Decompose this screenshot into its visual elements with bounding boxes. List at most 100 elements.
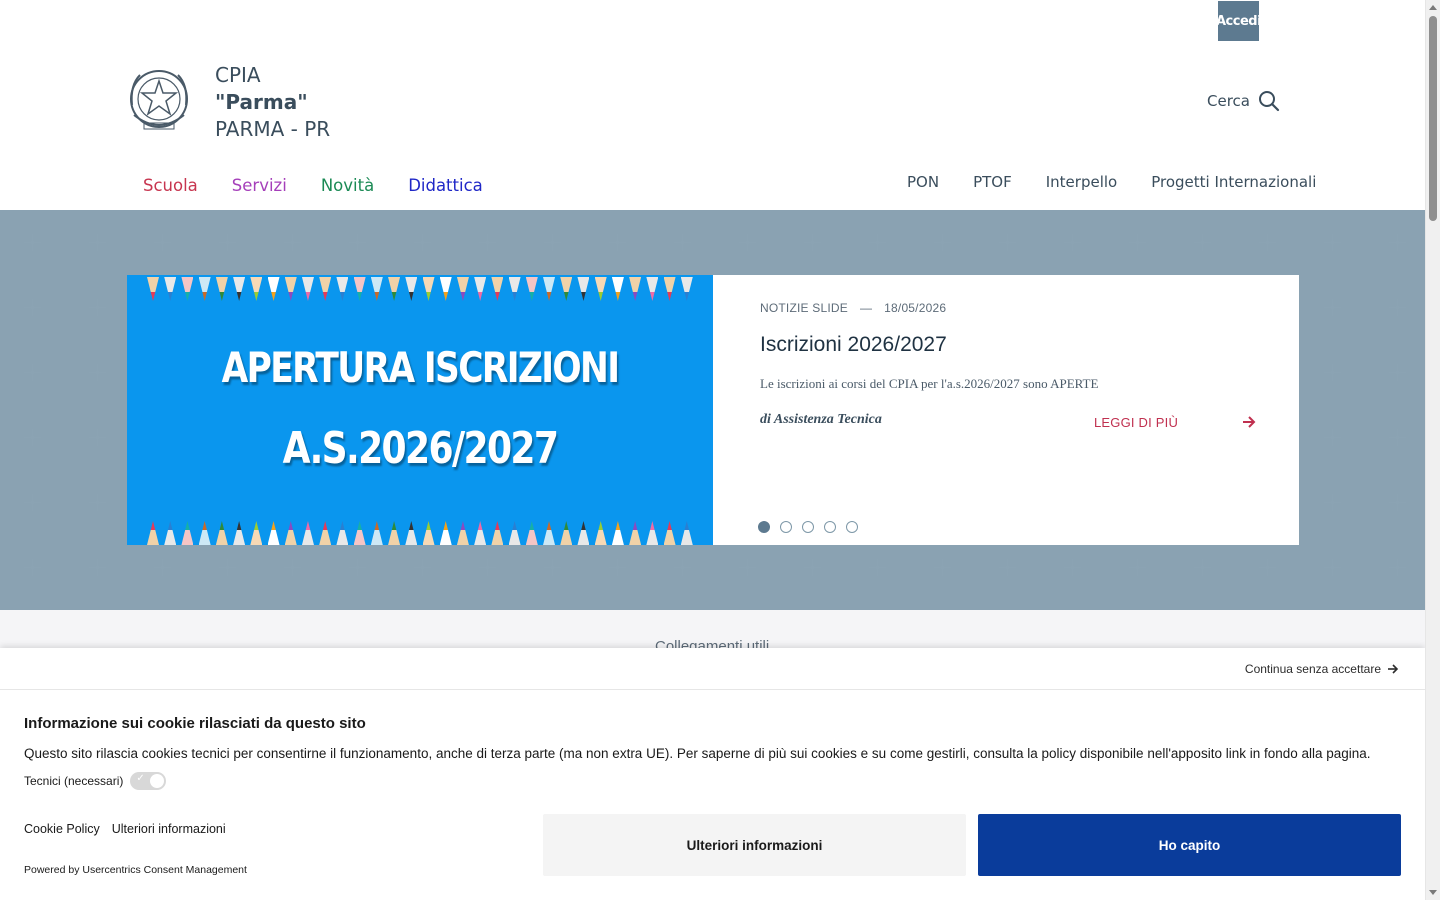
carousel-dot-5[interactable]	[846, 521, 858, 533]
login-button[interactable]: Accedi	[1216, 1, 1262, 41]
pencil-decoration	[388, 521, 401, 545]
pencil-decoration	[491, 277, 504, 301]
nav-item-scuola[interactable]: Scuola	[143, 176, 198, 195]
pencil-decoration	[336, 277, 349, 301]
toggle-knob	[150, 774, 165, 788]
pencil-decoration	[181, 521, 194, 545]
republic-emblem-logo[interactable]	[126, 65, 192, 137]
carousel-dot-3[interactable]	[802, 521, 814, 533]
pencil-decoration	[198, 277, 211, 301]
school-type: CPIA	[215, 63, 261, 87]
pencil-decoration	[370, 521, 383, 545]
pencil-decoration	[543, 277, 556, 301]
slide-image-title-line1: APERTURA ISCRIZIONI	[221, 343, 620, 392]
carousel-dot-4[interactable]	[824, 521, 836, 533]
powered-by-text: Powered by Usercentrics Consent Manageme…	[24, 864, 247, 876]
scroll-down-icon[interactable]	[1429, 890, 1437, 895]
pencil-decoration	[250, 277, 263, 301]
arrow-right-icon[interactable]	[1241, 414, 1257, 430]
cookie-links: Cookie Policy Ulteriori informazioni	[24, 822, 226, 836]
pencils-bottom-decoration	[147, 521, 693, 545]
arrow-right-icon	[1388, 664, 1399, 674]
cookie-text: Questo sito rilascia cookies tecnici per…	[24, 746, 1371, 761]
continue-without-accepting-button[interactable]: Continua senza accettare	[1245, 662, 1399, 676]
main-navigation: Scuola Servizi Novità Didattica	[143, 176, 483, 195]
search-button[interactable]: Cerca	[1207, 90, 1280, 112]
pencil-decoration	[284, 277, 297, 301]
page-scrollbar[interactable]	[1425, 0, 1440, 900]
pencil-decoration	[646, 521, 659, 545]
pencil-decoration	[594, 521, 607, 545]
pencil-decoration	[233, 521, 246, 545]
pencil-decoration	[147, 521, 159, 545]
pencil-decoration	[336, 521, 349, 545]
nav-item-servizi[interactable]: Servizi	[232, 176, 287, 195]
slide-title[interactable]: Iscrizioni 2026/2027	[760, 333, 947, 357]
pencil-decoration	[560, 277, 573, 301]
pencil-decoration	[267, 521, 280, 545]
carousel-dot-1[interactable]	[758, 521, 770, 533]
pencil-decoration	[456, 521, 469, 545]
technical-cookies-toggle[interactable]: ✓	[130, 772, 167, 790]
accept-button[interactable]: Ho capito	[978, 814, 1401, 876]
cookie-policy-link[interactable]: Cookie Policy	[24, 822, 100, 836]
cookie-title: Informazione sui cookie rilasciati da qu…	[24, 715, 366, 732]
read-more-link[interactable]: LEGGI DI PIÙ	[1094, 415, 1178, 430]
nav-item-didattica[interactable]: Didattica	[408, 176, 483, 195]
school-city: PARMA - PR	[215, 117, 331, 141]
pencil-decoration	[474, 521, 487, 545]
nav-item-novita[interactable]: Novità	[321, 176, 374, 195]
pencil-decoration	[301, 521, 314, 545]
more-info-link[interactable]: Ulteriori informazioni	[112, 822, 226, 836]
pencil-decoration	[267, 277, 280, 301]
slide-meta-separator: —	[859, 301, 873, 315]
nav-item-pon[interactable]: PON	[907, 173, 939, 191]
slide-image[interactable]: APERTURA ISCRIZIONI A.S.2026/2027	[127, 275, 713, 545]
nav-item-progetti-internazionali[interactable]: Progetti Internazionali	[1151, 173, 1316, 191]
pencil-decoration	[439, 521, 452, 545]
cookie-banner-topbar: Continua senza accettare	[0, 648, 1425, 690]
pencil-decoration	[646, 277, 659, 301]
pencil-decoration	[577, 521, 590, 545]
pencil-decoration	[508, 277, 521, 301]
pencil-decoration	[525, 521, 538, 545]
pencil-decoration	[422, 521, 435, 545]
slide-date: 18/05/2026	[884, 301, 947, 315]
nav-item-ptof[interactable]: PTOF	[973, 173, 1012, 191]
pencil-decoration	[474, 277, 487, 301]
secondary-navigation: PON PTOF Interpello Progetti Internazion…	[907, 173, 1316, 191]
slide-category[interactable]: NOTIZIE SLIDE	[760, 301, 848, 315]
pencil-decoration	[353, 277, 366, 301]
slide-author: di Assistenza Tecnica	[760, 412, 882, 427]
pencil-decoration	[422, 277, 435, 301]
school-name[interactable]: "Parma"	[215, 90, 308, 114]
pencils-top-decoration	[147, 277, 693, 301]
continue-without-accepting-label: Continua senza accettare	[1244, 662, 1381, 676]
pencil-decoration	[405, 521, 418, 545]
pencil-decoration	[629, 521, 642, 545]
pencil-decoration	[233, 277, 246, 301]
slide-description: Le iscrizioni ai corsi del CPIA per l'a.…	[760, 376, 1099, 391]
pencil-decoration	[319, 521, 332, 545]
pencil-decoration	[680, 277, 693, 301]
pencil-decoration	[594, 277, 607, 301]
pencil-decoration	[319, 277, 332, 301]
nav-item-interpello[interactable]: Interpello	[1046, 173, 1117, 191]
pencil-decoration	[215, 521, 228, 545]
carousel-dot-2[interactable]	[780, 521, 792, 533]
pencil-decoration	[284, 521, 297, 545]
pencil-decoration	[198, 521, 211, 545]
pencil-decoration	[491, 521, 504, 545]
more-info-button[interactable]: Ulteriori informazioni	[543, 814, 966, 876]
pencil-decoration	[629, 277, 642, 301]
pencil-decoration	[663, 277, 676, 301]
pencil-decoration	[388, 277, 401, 301]
pencil-decoration	[370, 277, 383, 301]
scrollbar-thumb[interactable]	[1429, 16, 1437, 221]
pencil-decoration	[611, 277, 624, 301]
pencil-decoration	[164, 521, 177, 545]
slide-card: NOTIZIE SLIDE — 18/05/2026 Iscrizioni 20…	[713, 275, 1299, 545]
pencil-decoration	[611, 521, 624, 545]
scroll-up-icon[interactable]	[1429, 5, 1437, 10]
check-icon: ✓	[136, 773, 145, 784]
